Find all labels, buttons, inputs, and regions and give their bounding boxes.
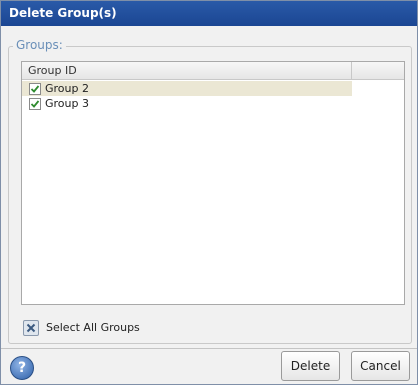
- select-all-label: Select All Groups: [46, 321, 140, 334]
- group-checkbox[interactable]: [29, 98, 41, 110]
- select-all-icon[interactable]: [23, 320, 39, 336]
- list-item[interactable]: Group 3: [22, 96, 352, 111]
- list-header: Group ID: [22, 62, 404, 80]
- group-label: Group 2: [45, 82, 89, 95]
- help-icon[interactable]: ?: [10, 356, 34, 380]
- groups-list[interactable]: Group ID Group 2 Group 3: [21, 61, 405, 305]
- groups-label: Groups:: [13, 37, 66, 53]
- dialog-title: Delete Group(s): [1, 1, 417, 26]
- cancel-button[interactable]: Cancel: [351, 351, 410, 381]
- checkmark-icon: [30, 85, 40, 93]
- checkmark-icon: [30, 100, 40, 108]
- delete-button[interactable]: Delete: [281, 351, 340, 381]
- cross-check-icon: [26, 323, 36, 333]
- footer-divider: [1, 348, 417, 349]
- group-label: Group 3: [45, 97, 89, 110]
- delete-groups-dialog: Delete Group(s) Groups: Group ID Group 2…: [0, 0, 418, 385]
- column-header-group-id[interactable]: Group ID: [22, 62, 352, 79]
- list-item[interactable]: Group 2: [22, 81, 352, 96]
- group-checkbox[interactable]: [29, 83, 41, 95]
